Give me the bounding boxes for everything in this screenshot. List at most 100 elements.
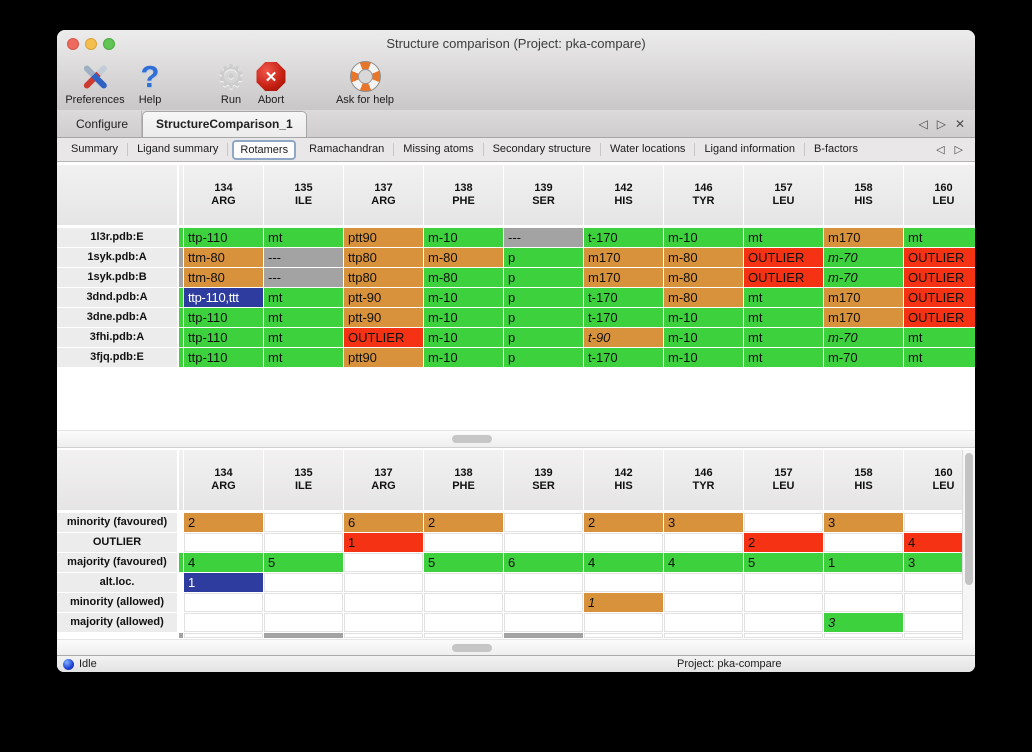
zoom-window-button[interactable] (103, 38, 115, 50)
count-cell[interactable]: 6 (504, 553, 583, 572)
count-cell[interactable] (504, 513, 583, 532)
count-cell[interactable] (904, 513, 962, 532)
rotamer-cell[interactable]: --- (264, 268, 343, 287)
count-cell[interactable]: 2 (584, 513, 663, 532)
count-cell[interactable] (504, 573, 583, 592)
rotamer-cell[interactable]: ttp-110 (184, 348, 263, 367)
rotamer-cell[interactable]: ttp-110 (184, 228, 263, 247)
count-cell[interactable]: 1 (344, 533, 423, 552)
rotamer-cell[interactable]: m170 (824, 288, 903, 307)
count-cell[interactable] (504, 613, 583, 632)
minimize-window-button[interactable] (85, 38, 97, 50)
count-cell[interactable]: 2 (424, 513, 503, 532)
rotamer-cell[interactable]: t-170 (584, 288, 663, 307)
rotamer-row-label[interactable]: 3fjq.pdb:E (57, 348, 177, 367)
rotamer-cell[interactable]: mt (744, 228, 823, 247)
tab-configure[interactable]: Configure (63, 111, 142, 137)
rotamer-cell[interactable]: m-80 (664, 248, 743, 267)
rotamer-cell[interactable]: m-80 (664, 268, 743, 287)
rotamer-row-label[interactable]: 3dne.pdb:A (57, 308, 177, 327)
count-cell[interactable] (824, 573, 903, 592)
rotamer-cell[interactable]: OUTLIER (904, 248, 975, 267)
count-cell[interactable] (744, 513, 823, 532)
count-cell[interactable]: 1 (584, 593, 663, 612)
tab-scroll-right-icon[interactable]: ▷ (937, 117, 946, 131)
rotamer-cell[interactable]: m-70 (824, 348, 903, 367)
tab-missing-atoms[interactable]: Missing atoms (394, 143, 483, 156)
count-cell[interactable] (664, 533, 743, 552)
count-cell[interactable] (584, 533, 663, 552)
count-cell[interactable]: 3 (664, 513, 743, 532)
rotamer-row-label[interactable]: 1syk.pdb:A (57, 248, 177, 267)
rotamer-cell[interactable]: m-10 (424, 348, 503, 367)
rotamer-cell[interactable]: p (504, 288, 583, 307)
rotamer-cell[interactable]: OUTLIER (344, 328, 423, 347)
rotamer-row-label[interactable]: 3dnd.pdb:A (57, 288, 177, 307)
rotamer-cell[interactable]: t-170 (584, 228, 663, 247)
count-cell[interactable]: 6 (344, 513, 423, 532)
rotamer-cell[interactable]: OUTLIER (904, 268, 975, 287)
rotamer-cell[interactable]: ttp80 (344, 248, 423, 267)
count-cell[interactable]: 3 (904, 553, 962, 572)
rotamer-cell[interactable]: m-70 (824, 328, 903, 347)
tab-summary[interactable]: Summary (62, 143, 128, 156)
count-cell[interactable]: 4 (184, 553, 263, 572)
count-cell[interactable]: 5 (744, 553, 823, 572)
count-cell[interactable] (584, 573, 663, 592)
count-row-label[interactable]: alt.loc. (57, 573, 177, 592)
rotamer-cell[interactable]: m-80 (424, 248, 503, 267)
subtab-scroll-left-icon[interactable]: ◁ (936, 143, 944, 156)
count-cell[interactable] (424, 573, 503, 592)
rotamer-cell[interactable]: m170 (584, 248, 663, 267)
rotamer-cell[interactable]: m170 (584, 268, 663, 287)
count-cell[interactable] (344, 553, 423, 572)
count-cell[interactable] (904, 573, 962, 592)
count-cell[interactable] (664, 613, 743, 632)
tab-ramachandran[interactable]: Ramachandran (300, 143, 394, 156)
count-cell[interactable] (744, 613, 823, 632)
count-cell[interactable] (744, 593, 823, 612)
count-cell[interactable]: 4 (904, 533, 962, 552)
rotamer-cell[interactable]: mt (744, 308, 823, 327)
count-cell[interactable]: 3 (824, 513, 903, 532)
rotamer-cell[interactable]: m-80 (424, 268, 503, 287)
preferences-button[interactable]: Preferences (65, 59, 124, 106)
rotamer-cell[interactable]: m-10 (664, 228, 743, 247)
count-row-label[interactable]: OUTLIER (57, 533, 177, 552)
splitter-handle[interactable] (452, 644, 492, 652)
count-cell[interactable] (264, 573, 343, 592)
rotamer-cell[interactable]: p (504, 308, 583, 327)
count-cell[interactable] (504, 533, 583, 552)
rotamer-cell[interactable]: --- (504, 228, 583, 247)
count-cell[interactable]: 1 (824, 553, 903, 572)
rotamer-cell[interactable]: t-170 (584, 348, 663, 367)
count-cell[interactable] (824, 533, 903, 552)
rotamer-cell[interactable]: ptt-90 (344, 288, 423, 307)
count-cell[interactable] (904, 613, 962, 632)
rotamer-cell[interactable]: OUTLIER (744, 268, 823, 287)
rotamer-cell[interactable]: ptt90 (344, 348, 423, 367)
count-cell[interactable] (264, 513, 343, 532)
rotamer-cell[interactable]: ttp-110 (184, 328, 263, 347)
rotamer-cell[interactable]: p (504, 328, 583, 347)
rotamer-cell[interactable]: mt (264, 308, 343, 327)
rotamer-cell[interactable]: m-10 (664, 328, 743, 347)
run-button[interactable]: ⚙ Run (216, 59, 246, 106)
count-cell[interactable] (344, 573, 423, 592)
rotamer-cell[interactable]: m-70 (824, 248, 903, 267)
rotamer-cell[interactable]: m-10 (664, 348, 743, 367)
subtab-scroll-right-icon[interactable]: ▷ (955, 143, 963, 156)
count-row-label[interactable]: majority (favoured) (57, 553, 177, 572)
rotamer-cell[interactable]: mt (744, 348, 823, 367)
rotamer-cell[interactable]: mt (904, 348, 975, 367)
rotamer-cell[interactable]: ttm-80 (184, 268, 263, 287)
count-cell[interactable] (424, 533, 503, 552)
rotamer-cell[interactable]: ttm-80 (184, 248, 263, 267)
tab-b-factors[interactable]: B-factors (805, 143, 867, 156)
rotamer-cell[interactable]: p (504, 348, 583, 367)
rotamer-cell[interactable]: ttp-110,ttt (184, 288, 263, 307)
rotamer-row-label[interactable]: 1l3r.pdb:E (57, 228, 177, 247)
count-cell[interactable] (184, 593, 263, 612)
count-cell[interactable] (184, 613, 263, 632)
rotamer-cell[interactable]: mt (744, 288, 823, 307)
